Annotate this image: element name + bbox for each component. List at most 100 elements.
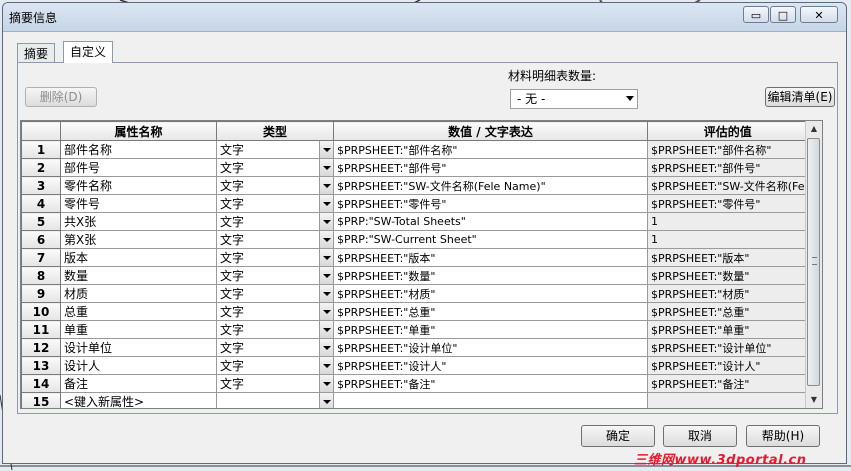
scroll-up-icon[interactable]: ▲ <box>806 121 822 137</box>
type-select-cell[interactable]: 文字 <box>216 356 334 375</box>
close-icon[interactable]: ✕ <box>800 6 838 23</box>
chevron-down-icon[interactable] <box>319 231 333 248</box>
chevron-down-icon[interactable] <box>319 213 333 230</box>
maximize-icon[interactable]: □ <box>770 6 796 23</box>
row-number[interactable]: 7 <box>21 248 61 267</box>
chevron-down-icon[interactable] <box>319 141 333 158</box>
property-name-cell[interactable]: 零件名称 <box>60 176 217 195</box>
row-number[interactable]: 9 <box>21 284 61 303</box>
chevron-down-icon[interactable] <box>319 159 333 176</box>
chevron-down-icon[interactable] <box>319 321 333 338</box>
row-number[interactable]: 10 <box>21 302 61 321</box>
value-expression-cell[interactable]: $PRPSHEET:"数量" <box>333 266 648 285</box>
header-value-expression[interactable]: 数值 / 文字表达 <box>333 121 648 141</box>
property-name-cell[interactable]: 设计人 <box>60 356 217 375</box>
row-number[interactable]: 8 <box>21 266 61 285</box>
value-expression-cell[interactable]: $PRPSHEET:"材质" <box>333 284 648 303</box>
property-name-cell[interactable]: 部件号 <box>60 158 217 177</box>
chevron-down-icon[interactable] <box>319 375 333 392</box>
row-number[interactable]: 14 <box>21 374 61 393</box>
table-row[interactable]: 4 零件号 文字 $PRPSHEET:"零件号" $PRPSHEET:"零件号" <box>21 194 809 213</box>
property-name-cell[interactable]: 总重 <box>60 302 217 321</box>
table-row[interactable]: 9 材质 文字 $PRPSHEET:"材质" $PRPSHEET:"材质" <box>21 284 809 303</box>
chevron-down-icon[interactable] <box>319 393 333 408</box>
type-select-cell[interactable]: 文字 <box>216 374 334 393</box>
chevron-down-icon[interactable] <box>319 267 333 284</box>
type-select-cell[interactable]: 文字 <box>216 230 334 249</box>
row-number[interactable]: 1 <box>21 140 61 159</box>
type-select-cell[interactable]: 文字 <box>216 338 334 357</box>
minimize-icon[interactable]: ▭ <box>743 6 769 23</box>
property-name-cell[interactable]: <键入新属性> <box>60 392 217 408</box>
table-row[interactable]: 13 设计人 文字 $PRPSHEET:"设计人" $PRPSHEET:"设计人" <box>21 356 809 375</box>
value-expression-cell[interactable]: $PRPSHEET:"设计单位" <box>333 338 648 357</box>
header-type[interactable]: 类型 <box>216 121 334 141</box>
property-name-cell[interactable]: 材质 <box>60 284 217 303</box>
value-expression-cell[interactable] <box>333 392 648 408</box>
title-bar[interactable]: 摘要信息 ▭ □ ✕ <box>3 3 846 32</box>
scroll-thumb[interactable] <box>807 138 820 386</box>
table-row[interactable]: 1 部件名称 文字 $PRPSHEET:"部件名称" $PRPSHEET:"部件名称" <box>21 140 809 159</box>
chevron-down-icon[interactable] <box>319 303 333 320</box>
row-number[interactable]: 3 <box>21 176 61 195</box>
tab-custom[interactable]: 自定义 <box>63 41 114 63</box>
row-number[interactable]: 5 <box>21 212 61 231</box>
table-row[interactable]: 12 设计单位 文字 $PRPSHEET:"设计单位" $PRPSHEET:"设计单位" <box>21 338 809 357</box>
type-select-cell[interactable]: 文字 <box>216 248 334 267</box>
type-select-cell[interactable]: 文字 <box>216 212 334 231</box>
table-row[interactable]: 15 <键入新属性> <box>21 392 809 408</box>
tab-summary[interactable]: 摘要 <box>17 43 56 63</box>
property-name-cell[interactable]: 数量 <box>60 266 217 285</box>
type-select-cell[interactable]: 文字 <box>216 320 334 339</box>
type-select-cell[interactable]: 文字 <box>216 176 334 195</box>
value-expression-cell[interactable]: $PRPSHEET:"备注" <box>333 374 648 393</box>
table-row[interactable]: 11 单重 文字 $PRPSHEET:"单重" $PRPSHEET:"单重" <box>21 320 809 339</box>
property-name-cell[interactable]: 部件名称 <box>60 140 217 159</box>
type-select-cell[interactable]: 文字 <box>216 302 334 321</box>
header-rownum[interactable] <box>21 121 61 141</box>
value-expression-cell[interactable]: $PRPSHEET:"部件名称" <box>333 140 648 159</box>
table-row[interactable]: 3 零件名称 文字 $PRPSHEET:"SW-文件名称(Fele Name)" $PR… <box>21 176 809 195</box>
value-expression-cell[interactable]: $PRPSHEET:"零件号" <box>333 194 648 213</box>
type-select-cell[interactable] <box>216 392 334 408</box>
row-number[interactable]: 4 <box>21 194 61 213</box>
property-name-cell[interactable]: 版本 <box>60 248 217 267</box>
type-select-cell[interactable]: 文字 <box>216 266 334 285</box>
type-select-cell[interactable]: 文字 <box>216 158 334 177</box>
value-expression-cell[interactable]: $PRPSHEET:"总重" <box>333 302 648 321</box>
ok-button[interactable]: 确定 <box>581 425 655 447</box>
chevron-down-icon[interactable] <box>319 357 333 374</box>
property-name-cell[interactable]: 第X张 <box>60 230 217 249</box>
chevron-down-icon[interactable] <box>319 249 333 266</box>
row-number[interactable]: 2 <box>21 158 61 177</box>
type-select-cell[interactable]: 文字 <box>216 194 334 213</box>
header-evaluated-value[interactable]: 评估的值 <box>647 121 809 141</box>
value-expression-cell[interactable]: $PRPSHEET:"设计人" <box>333 356 648 375</box>
help-button[interactable]: 帮助(H) <box>746 425 820 447</box>
value-expression-cell[interactable]: $PRP:"SW-Total Sheets" <box>333 212 648 231</box>
row-number[interactable]: 15 <box>21 392 61 408</box>
value-expression-cell[interactable]: $PRPSHEET:"单重" <box>333 320 648 339</box>
table-row[interactable]: 7 版本 文字 $PRPSHEET:"版本" $PRPSHEET:"版本" <box>21 248 809 267</box>
value-expression-cell[interactable]: $PRPSHEET:"SW-文件名称(Fele Name)" <box>333 176 648 195</box>
cancel-button[interactable]: 取消 <box>663 425 737 447</box>
property-name-cell[interactable]: 共X张 <box>60 212 217 231</box>
chevron-down-icon[interactable] <box>319 339 333 356</box>
value-expression-cell[interactable]: $PRP:"SW-Current Sheet" <box>333 230 648 249</box>
row-number[interactable]: 13 <box>21 356 61 375</box>
value-expression-cell[interactable]: $PRPSHEET:"版本" <box>333 248 648 267</box>
row-number[interactable]: 12 <box>21 338 61 357</box>
row-number[interactable]: 6 <box>21 230 61 249</box>
table-row[interactable]: 2 部件号 文字 $PRPSHEET:"部件号" $PRPSHEET:"部件号" <box>21 158 809 177</box>
table-row[interactable]: 10 总重 文字 $PRPSHEET:"总重" $PRPSHEET:"总重" <box>21 302 809 321</box>
table-row[interactable]: 5 共X张 文字 $PRP:"SW-Total Sheets" 1 <box>21 212 809 231</box>
edit-list-button[interactable]: 编辑清单(E) <box>765 87 835 107</box>
property-name-cell[interactable]: 备注 <box>60 374 217 393</box>
property-name-cell[interactable]: 零件号 <box>60 194 217 213</box>
property-name-cell[interactable]: 设计单位 <box>60 338 217 357</box>
type-select-cell[interactable]: 文字 <box>216 284 334 303</box>
type-select-cell[interactable]: 文字 <box>216 140 334 159</box>
value-expression-cell[interactable]: $PRPSHEET:"部件号" <box>333 158 648 177</box>
chevron-down-icon[interactable] <box>319 195 333 212</box>
chevron-down-icon[interactable] <box>319 285 333 302</box>
